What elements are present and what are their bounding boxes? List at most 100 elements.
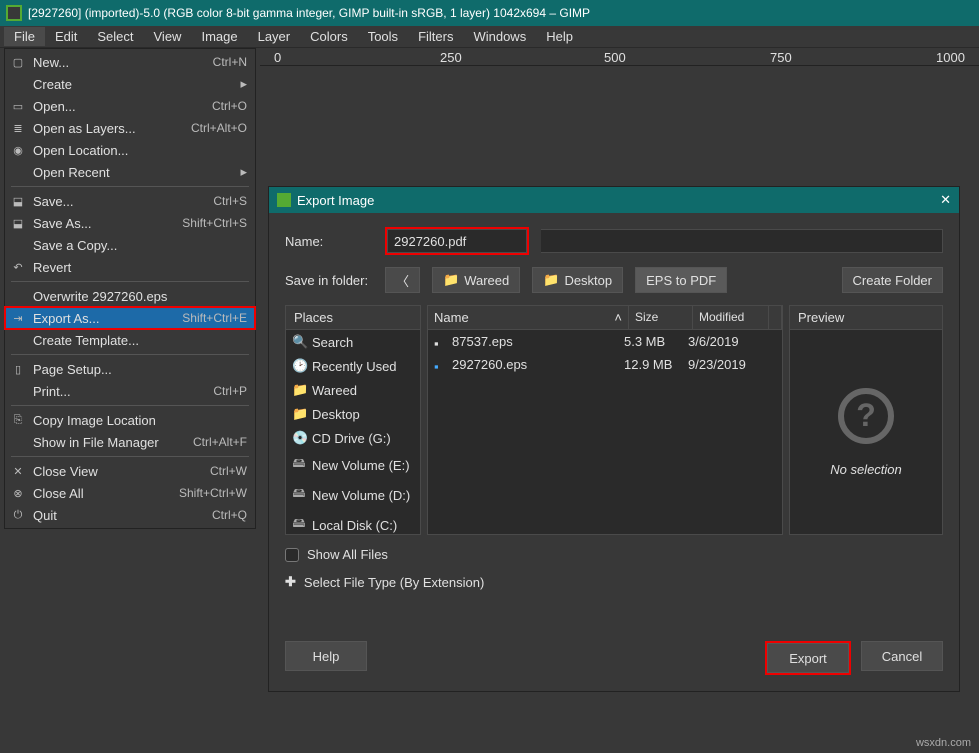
place-local-c[interactable]: 🖴Local Disk (C:): [286, 510, 420, 535]
menu-edit[interactable]: Edit: [45, 27, 87, 46]
menu-view[interactable]: View: [144, 27, 192, 46]
file-icon: ▪: [434, 359, 446, 371]
menu-select[interactable]: Select: [87, 27, 143, 46]
menu-item-create[interactable]: Create▸: [5, 73, 255, 95]
path-back-button[interactable]: 〈: [385, 267, 420, 293]
filename-input[interactable]: [387, 229, 527, 253]
menu-item-export-as[interactable]: ⇥Export As...Shift+Ctrl+E: [5, 307, 255, 329]
copy-icon: ⎘: [11, 414, 25, 427]
menu-item-overwrite[interactable]: Overwrite 2927260.eps: [5, 285, 255, 307]
menu-colors[interactable]: Colors: [300, 27, 358, 46]
save-icon: ⬓: [11, 195, 25, 208]
file-icon: ▪: [434, 336, 446, 348]
window-title: [2927260] (imported)-5.0 (RGB color 8-bi…: [28, 6, 590, 20]
no-selection-label: No selection: [830, 462, 902, 477]
place-recent[interactable]: 🕑Recently Used: [286, 354, 420, 378]
path-segment-wareed[interactable]: 📁Wareed: [432, 267, 520, 293]
places-pane: Places 🔍Search 🕑Recently Used 📁Wareed 📁D…: [285, 305, 421, 535]
menu-item-page-setup[interactable]: ▯Page Setup...: [5, 358, 255, 380]
revert-icon: ↶: [11, 261, 25, 274]
menubar: File Edit Select View Image Layer Colors…: [0, 26, 979, 48]
place-desktop[interactable]: 📁Desktop: [286, 402, 420, 426]
disk-icon: 🖴: [292, 514, 306, 535]
close-icon[interactable]: ✕: [940, 192, 951, 208]
menu-image[interactable]: Image: [191, 27, 247, 46]
cancel-button[interactable]: Cancel: [861, 641, 943, 671]
menu-item-show-file-manager[interactable]: Show in File ManagerCtrl+Alt+F: [5, 431, 255, 453]
preview-header: Preview: [790, 306, 942, 330]
col-size[interactable]: Size: [629, 306, 693, 329]
separator: [11, 186, 249, 187]
cd-icon: 💿: [292, 430, 306, 446]
menu-windows[interactable]: Windows: [463, 27, 536, 46]
layers-icon: ≣: [11, 122, 25, 135]
path-segment-desktop[interactable]: 📁Desktop: [532, 267, 623, 293]
menu-item-create-template[interactable]: Create Template...: [5, 329, 255, 351]
menu-item-save-copy[interactable]: Save a Copy...: [5, 234, 255, 256]
watermark: wsxdn.com: [916, 737, 971, 749]
search-icon: 🔍: [292, 334, 306, 350]
menu-layer[interactable]: Layer: [248, 27, 301, 46]
create-folder-button[interactable]: Create Folder: [842, 267, 943, 293]
menu-item-close-all[interactable]: ⊗Close AllShift+Ctrl+W: [5, 482, 255, 504]
export-image-dialog: Export Image ✕ Name: Save in folder: 〈 📁…: [268, 186, 960, 692]
menu-item-print[interactable]: Print...Ctrl+P: [5, 380, 255, 402]
app-icon: [6, 5, 22, 21]
close-icon: ✕: [11, 465, 25, 478]
menu-item-open-location[interactable]: ◉Open Location...: [5, 139, 255, 161]
plus-icon: ✚: [285, 574, 296, 590]
chevron-right-icon: ▸: [240, 76, 247, 92]
folder-icon: 📁: [292, 406, 306, 422]
recent-icon: 🕑: [292, 358, 306, 374]
dialog-titlebar: Export Image ✕: [269, 187, 959, 213]
menu-item-copy-location[interactable]: ⎘Copy Image Location: [5, 409, 255, 431]
menu-item-new[interactable]: ▢New...Ctrl+N: [5, 51, 255, 73]
place-cd[interactable]: 💿CD Drive (G:): [286, 426, 420, 450]
disk-icon: 🖴: [292, 454, 306, 476]
folder-icon: 📁: [443, 272, 459, 288]
menu-item-revert[interactable]: ↶Revert: [5, 256, 255, 278]
menu-item-save-as[interactable]: ⬓Save As...Shift+Ctrl+S: [5, 212, 255, 234]
menu-filters[interactable]: Filters: [408, 27, 463, 46]
folder-icon: 📁: [292, 382, 306, 398]
help-button[interactable]: Help: [285, 641, 367, 671]
close-all-icon: ⊗: [11, 487, 25, 500]
place-wareed[interactable]: 📁Wareed: [286, 378, 420, 402]
name-label: Name:: [285, 234, 373, 249]
export-button[interactable]: Export: [767, 643, 849, 673]
menu-file[interactable]: File: [4, 27, 45, 46]
titlebar: [2927260] (imported)-5.0 (RGB color 8-bi…: [0, 0, 979, 26]
open-icon: ▭: [11, 100, 25, 113]
chevron-right-icon: ▸: [240, 164, 247, 180]
places-header: Places: [286, 306, 420, 330]
menu-item-quit[interactable]: ⏻QuitCtrl+Q: [5, 504, 255, 526]
menu-item-close-view[interactable]: ✕Close ViewCtrl+W: [5, 460, 255, 482]
show-all-files-toggle[interactable]: Show All Files: [285, 547, 943, 562]
place-vol-e[interactable]: 🖴New Volume (E:): [286, 450, 420, 480]
save-in-label: Save in folder:: [285, 273, 373, 288]
separator: [11, 354, 249, 355]
place-vol-d[interactable]: 🖴New Volume (D:): [286, 480, 420, 510]
menu-item-open[interactable]: ▭Open...Ctrl+O: [5, 95, 255, 117]
col-modified[interactable]: Modified: [693, 306, 769, 329]
file-row[interactable]: ▪2927260.eps 12.9 MB 9/23/2019: [428, 353, 782, 376]
col-name[interactable]: Name˄: [428, 306, 629, 329]
file-row[interactable]: ▪87537.eps 5.3 MB 3/6/2019: [428, 330, 782, 353]
file-menu-dropdown: ▢New...Ctrl+N Create▸ ▭Open...Ctrl+O ≣Op…: [4, 48, 256, 529]
chevron-left-icon: 〈: [396, 271, 409, 290]
select-file-type-toggle[interactable]: ✚ Select File Type (By Extension): [285, 574, 943, 590]
app-icon: [277, 193, 291, 207]
dialog-title: Export Image: [297, 193, 940, 208]
filename-input-extended[interactable]: [541, 229, 943, 253]
separator: [11, 405, 249, 406]
path-segment-eps-to-pdf[interactable]: EPS to PDF: [635, 267, 727, 293]
menu-help[interactable]: Help: [536, 27, 583, 46]
sort-asc-icon: ˄: [614, 310, 622, 325]
menu-item-open-recent[interactable]: Open Recent▸: [5, 161, 255, 183]
menu-item-open-layers[interactable]: ≣Open as Layers...Ctrl+Alt+O: [5, 117, 255, 139]
place-search[interactable]: 🔍Search: [286, 330, 420, 354]
save-as-icon: ⬓: [11, 217, 25, 230]
menu-item-save[interactable]: ⬓Save...Ctrl+S: [5, 190, 255, 212]
globe-icon: ◉: [11, 144, 25, 157]
menu-tools[interactable]: Tools: [358, 27, 408, 46]
